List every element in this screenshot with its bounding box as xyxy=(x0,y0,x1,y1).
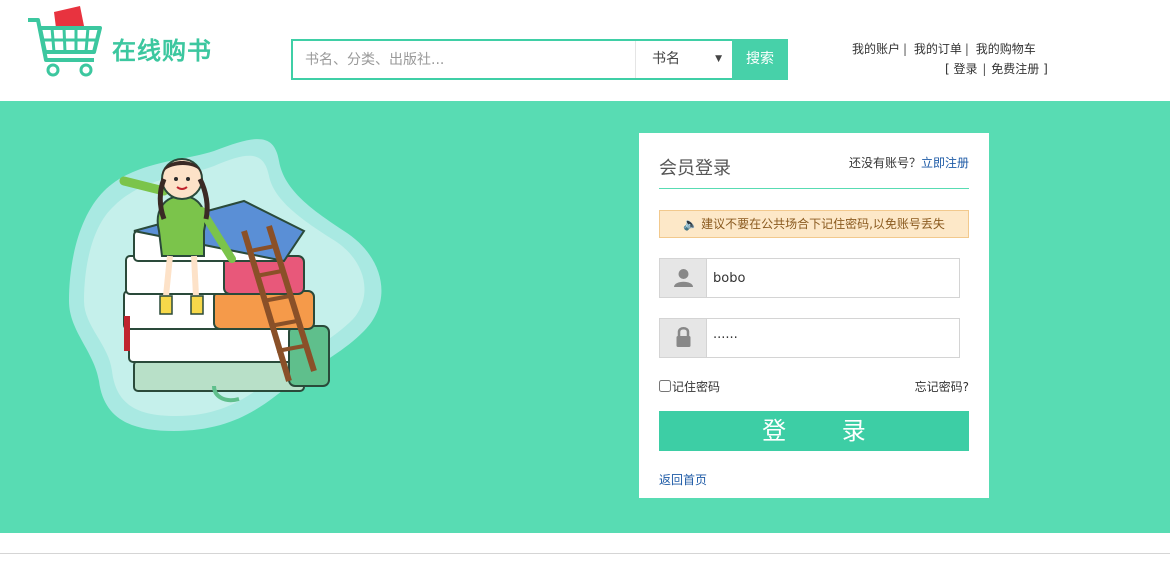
password-input[interactable] xyxy=(708,319,958,357)
my-cart-link[interactable]: 我的购物车 xyxy=(976,42,1036,56)
register-link[interactable]: 免费注册 xyxy=(991,62,1039,76)
search-category-value: 书名 xyxy=(652,51,680,67)
back-home-link[interactable]: 返回首页 xyxy=(659,471,707,488)
login-button[interactable]: 登 录 xyxy=(659,411,969,451)
register-prompt: 还没有账号？立即注册 xyxy=(849,154,969,171)
login-link[interactable]: 登录 xyxy=(954,62,978,76)
footer-divider xyxy=(0,553,1170,554)
remember-password[interactable]: 记住密码 xyxy=(659,378,720,395)
forgot-password-link[interactable]: 忘记密码? xyxy=(915,378,969,395)
separator: | xyxy=(964,42,969,56)
register-now-link[interactable]: 立即注册 xyxy=(921,156,969,170)
search-category-select[interactable]: 书名 ▼ xyxy=(635,41,732,78)
bracket-open: [ xyxy=(945,62,950,76)
chevron-down-icon: ▼ xyxy=(715,54,722,64)
my-account-link[interactable]: 我的账户 xyxy=(852,42,900,56)
notice-text: 建议不要在公共场合下记住密码,以免账号丢失 xyxy=(701,217,945,231)
logo-title[interactable]: 在线购书 xyxy=(112,31,212,66)
header: 在线购书 书名 ▼ 搜索 我的账户| 我的订单| 我的购物车 [ 登录 | 免费… xyxy=(0,0,1170,101)
username-field xyxy=(659,258,960,298)
remember-checkbox[interactable] xyxy=(659,380,671,392)
girl-on-books-illustration xyxy=(69,139,382,431)
remember-label: 记住密码 xyxy=(672,380,721,394)
account-links: 我的账户 | 我的订单 | 我的购物车 xyxy=(852,40,1036,57)
user-icon xyxy=(660,259,707,297)
search-input[interactable] xyxy=(293,41,635,78)
login-card: 会员登录 还没有账号？立即注册 🔈建议不要在公共场合下记住密码,以免账号丢失 xyxy=(639,133,989,498)
no-account-text: 还没有账号？ xyxy=(848,156,921,170)
my-orders-link[interactable]: 我的订单 xyxy=(914,42,962,56)
security-notice: 🔈 建议不要在公共场合下记住密码,以免账号丢失 xyxy=(659,210,969,238)
lock-icon xyxy=(660,319,707,357)
shopping-cart-icon xyxy=(28,6,102,77)
separator: | xyxy=(903,42,908,56)
login-title: 会员登录 xyxy=(659,158,731,179)
password-field xyxy=(659,318,960,358)
speaker-icon: 🔈 xyxy=(683,217,699,231)
login-card-header: 会员登录 还没有账号？立即注册 xyxy=(659,152,969,189)
login-banner: 会员登录 还没有账号？立即注册 🔈建议不要在公共场合下记住密码,以免账号丢失 xyxy=(0,101,1170,533)
separator: | xyxy=(982,62,987,76)
search-bar: 书名 ▼ 搜索 xyxy=(291,39,788,80)
bracket-close: ] xyxy=(1043,62,1048,76)
username-input[interactable] xyxy=(708,259,958,297)
search-button[interactable]: 搜索 xyxy=(732,39,788,80)
auth-links: [ 登录 | 免费注册 ] xyxy=(945,60,1048,77)
